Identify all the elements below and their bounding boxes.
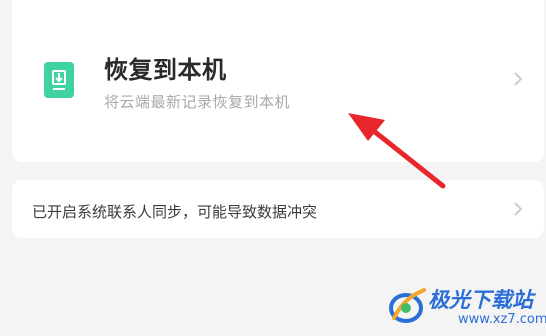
- watermark-url: www.xz7.com: [458, 312, 546, 327]
- watermark-logo-icon: [389, 288, 426, 323]
- download-to-phone-icon: [44, 62, 74, 98]
- watermark-brand: 极光下载站: [428, 288, 533, 312]
- restore-title: 恢复到本机: [104, 56, 227, 84]
- site-watermark: 极光下载站 www.xz7.com: [386, 282, 546, 332]
- chevron-right-icon: [514, 202, 522, 216]
- chevron-right-icon: [514, 72, 522, 86]
- restore-subtitle: 将云端最新记录恢复到本机: [104, 93, 291, 111]
- contact-sync-warning: 已开启系统联系人同步，可能导致数据冲突: [32, 203, 318, 221]
- restore-to-device-card[interactable]: [12, 0, 544, 162]
